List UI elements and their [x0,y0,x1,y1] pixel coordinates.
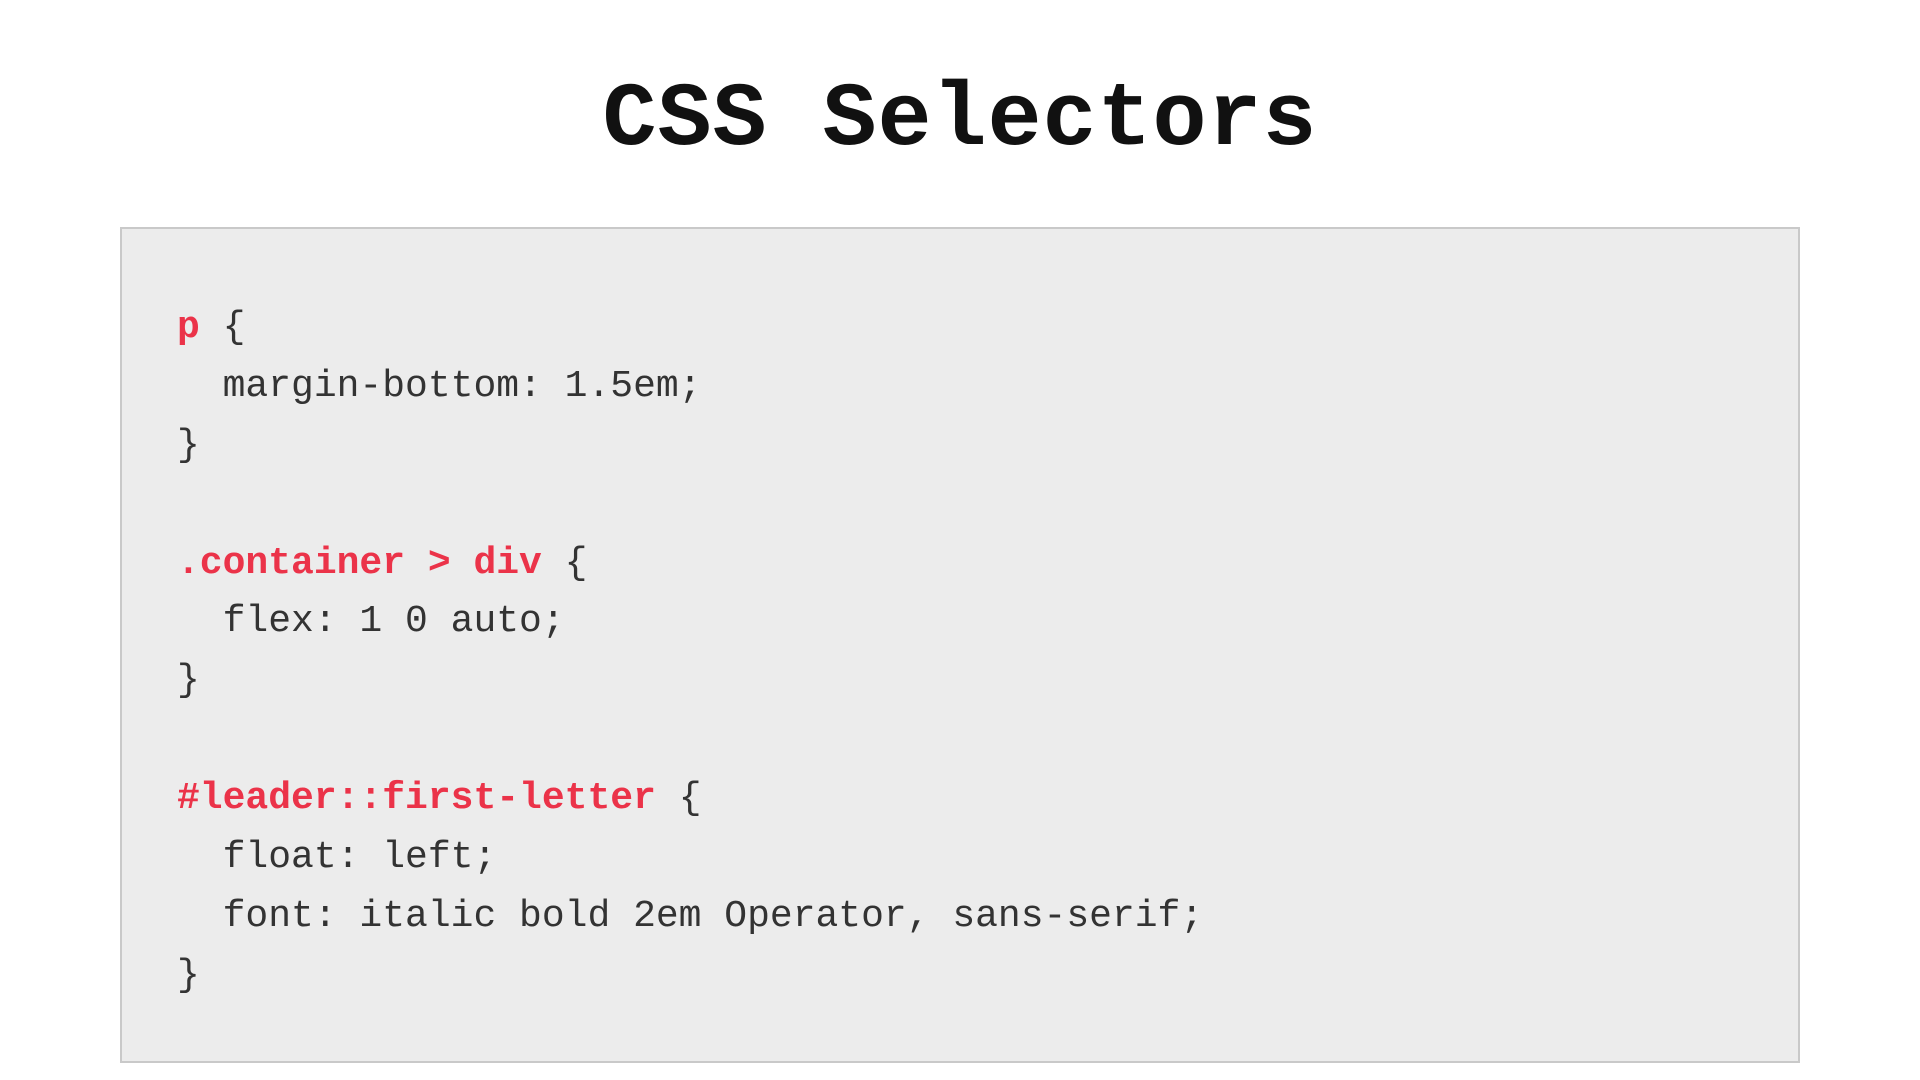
slide: CSS Selectors p { margin-bottom: 1.5em; … [0,0,1920,1080]
css-declaration: flex: 1 0 auto; [177,600,565,643]
brace-open: { [200,306,246,349]
brace-close: } [177,659,200,702]
brace-open: { [656,777,702,820]
brace-close: } [177,424,200,467]
css-declaration: font: italic bold 2em Operator, sans-ser… [177,895,1203,938]
css-selector: .container > div [177,542,542,585]
css-declaration: float: left; [177,836,496,879]
brace-close: } [177,954,200,997]
css-selector: #leader::first-letter [177,777,656,820]
brace-open: { [542,542,588,585]
css-selector: p [177,306,200,349]
code-box: p { margin-bottom: 1.5em; } .container >… [120,227,1800,1063]
css-declaration: margin-bottom: 1.5em; [177,365,702,408]
code-block: p { margin-bottom: 1.5em; } .container >… [177,299,1743,1006]
slide-title: CSS Selectors [602,70,1317,172]
